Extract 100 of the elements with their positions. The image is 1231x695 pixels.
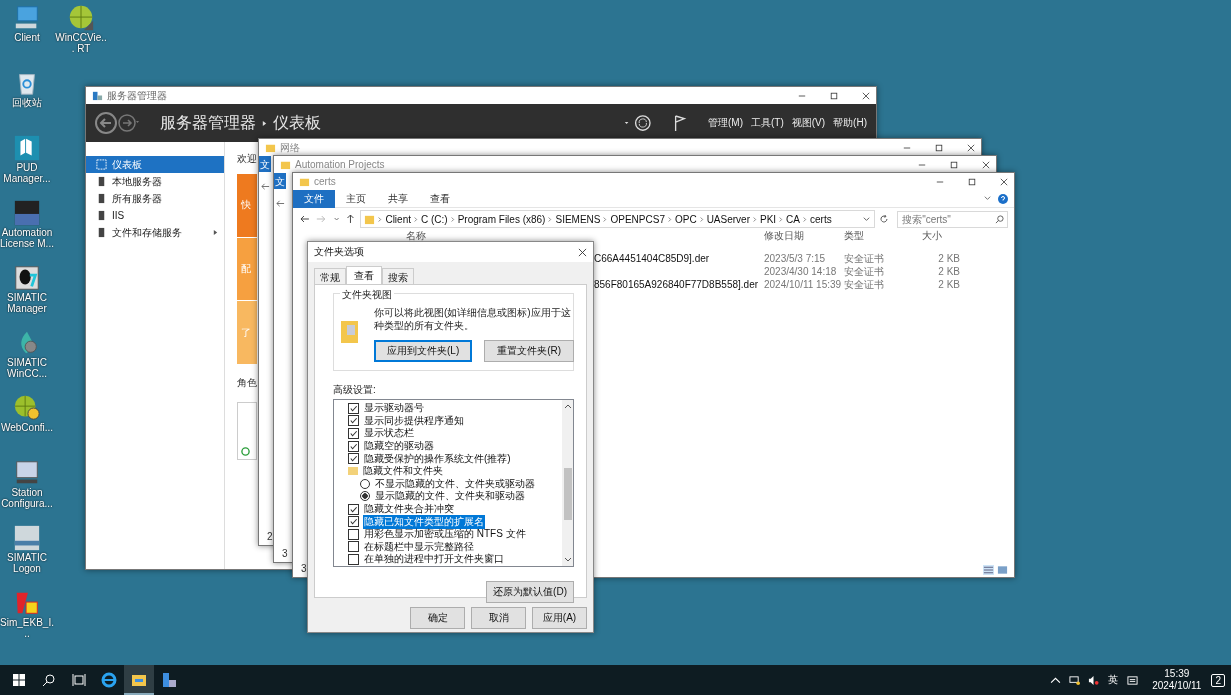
file-tab[interactable]: 文: [259, 156, 271, 172]
clock[interactable]: 15:39 2024/10/11: [1152, 668, 1202, 692]
help-icon[interactable]: [998, 193, 1008, 204]
setting-label[interactable]: 显示驱动器号: [363, 401, 425, 416]
desktop-icon-label[interactable]: Station Configura...: [0, 487, 54, 509]
sidebar-item[interactable]: 仪表板: [86, 156, 224, 173]
path-segment[interactable]: OPC: [674, 213, 697, 225]
path-segment[interactable]: UAServer: [706, 213, 750, 225]
desktop-icon-label[interactable]: SIMATIC WinCC...: [0, 357, 54, 379]
path-segment[interactable]: SIEMENS: [555, 213, 601, 225]
checkbox[interactable]: [348, 415, 359, 427]
desktop-icon-label[interactable]: Automation License M...: [0, 227, 54, 249]
dialog-tab[interactable]: 查看: [346, 266, 382, 284]
back-arrow-icon[interactable]: [261, 182, 270, 191]
menu-item[interactable]: 视图(V): [791, 116, 826, 130]
folder-icon[interactable]: [131, 672, 147, 688]
checkbox[interactable]: [348, 528, 359, 540]
desktop-icon-label[interactable]: WinCCVie... RT: [54, 32, 108, 54]
close-icon[interactable]: [862, 91, 870, 100]
desktop-icon-label[interactable]: WebConfi...: [0, 422, 54, 433]
menu-item[interactable]: 工具(T): [751, 116, 784, 130]
network-icon[interactable]: [1069, 674, 1081, 686]
checkbox[interactable]: [348, 428, 359, 439]
path-segment[interactable]: CA: [786, 213, 800, 225]
globe-icon[interactable]: [13, 394, 41, 422]
path-segment[interactable]: certs: [810, 213, 832, 225]
checkbox[interactable]: [348, 553, 359, 565]
radio-button[interactable]: [360, 491, 370, 502]
setting-label[interactable]: 隐藏受保护的操作系统文件(推荐): [363, 451, 512, 466]
close-icon[interactable]: [578, 247, 587, 257]
setting-label[interactable]: 显示隐藏的文件、文件夹和驱动器: [374, 489, 526, 504]
desktop-icon-label[interactable]: SIMATIC Logon: [0, 552, 54, 574]
desktop-icon-label[interactable]: Client: [0, 32, 54, 43]
browser-icon[interactable]: [101, 672, 117, 688]
caret-icon[interactable]: [983, 194, 992, 203]
dialog-button[interactable]: 确定: [410, 607, 465, 629]
column-header[interactable]: 类型: [844, 230, 914, 241]
checkbox[interactable]: [348, 440, 359, 452]
desktop-icon-label[interactable]: PUD Manager...: [0, 162, 54, 184]
scrollbar[interactable]: [562, 400, 573, 566]
app-shortcut-icon[interactable]: [13, 264, 41, 292]
expand-arrow-icon[interactable]: [213, 229, 218, 236]
input-language[interactable]: 英: [1108, 673, 1119, 687]
column-header[interactable]: 大小: [914, 230, 968, 241]
caret-up-icon[interactable]: [1050, 674, 1062, 686]
menu-item[interactable]: 管理(M): [708, 116, 743, 130]
dropdown-caret-icon[interactable]: [862, 214, 872, 224]
desktop-icon-label[interactable]: Sim_EKB_I...: [0, 617, 54, 639]
dialog-tab[interactable]: 常规: [314, 268, 346, 284]
sidebar-item[interactable]: 文件和存储服务: [86, 224, 224, 241]
notification-button[interactable]: 2: [1211, 673, 1225, 687]
sidebar-item[interactable]: 本地服务器: [86, 173, 224, 190]
checkbox[interactable]: [348, 541, 359, 553]
scroll-down-icon[interactable]: [563, 556, 572, 563]
folder-view-button[interactable]: 应用到文件夹(L): [374, 340, 473, 362]
file-name[interactable]: 856F80165A926840F77D8B558].der: [594, 279, 759, 290]
setting-label[interactable]: 显示状态栏: [363, 426, 415, 441]
globe-icon[interactable]: [67, 4, 95, 32]
flag-icon[interactable]: [673, 114, 687, 132]
sidebar-item[interactable]: 所有服务器: [86, 190, 224, 207]
dialog-button[interactable]: 应用(A): [532, 607, 587, 629]
path-segment[interactable]: PKI: [760, 213, 777, 225]
close-icon[interactable]: [1000, 177, 1008, 186]
scroll-up-icon[interactable]: [563, 403, 572, 409]
path-segment[interactable]: OPENPCS7: [610, 213, 665, 225]
speaker-icon[interactable]: [1088, 674, 1100, 686]
maximize-icon[interactable]: [968, 177, 976, 186]
checkbox[interactable]: [348, 402, 359, 414]
close-icon[interactable]: [967, 143, 975, 152]
setting-label[interactable]: 用彩色显示加密或压缩的 NTFS 文件: [363, 527, 527, 542]
path-segment[interactable]: Client: [385, 213, 411, 225]
file-name[interactable]: C66A4451404C85D9].der: [594, 253, 710, 264]
column-header[interactable]: 修改日期: [764, 230, 844, 241]
path-segment[interactable]: C (C:): [421, 213, 448, 225]
sidebar-item[interactable]: IIS: [86, 207, 224, 224]
setting-label[interactable]: 在单独的进程中打开文件夹窗口: [363, 552, 505, 566]
dialog-tab[interactable]: 搜索: [382, 268, 414, 284]
setting-label[interactable]: 不显示隐藏的文件、文件夹或驱动器: [374, 476, 536, 491]
column-header[interactable]: 名称: [293, 230, 764, 241]
file-tab[interactable]: 文: [274, 173, 286, 189]
desktop-icon-label[interactable]: SIMATIC Manager: [0, 292, 54, 314]
radio-button[interactable]: [360, 478, 370, 489]
path-segment[interactable]: Program Files (x86): [457, 213, 546, 225]
close-icon[interactable]: [982, 160, 990, 169]
ribbon-tab[interactable]: 主页: [335, 189, 377, 208]
taskbar-button[interactable]: [124, 665, 154, 695]
back-arrow-icon[interactable]: [276, 199, 285, 208]
folder-view-button[interactable]: 重置文件夹(R): [484, 340, 575, 362]
maximize-icon[interactable]: [830, 91, 838, 100]
navigation-arrows-icon[interactable]: [299, 213, 357, 225]
checkbox[interactable]: [348, 503, 359, 515]
details-view-icon[interactable]: [983, 565, 994, 575]
setting-label[interactable]: 显示同步提供程序通知: [363, 413, 465, 428]
setting-label[interactable]: 隐藏已知文件类型的扩展名: [363, 514, 485, 529]
role-tile[interactable]: [237, 402, 257, 460]
refresh-icon[interactable]: [879, 214, 890, 224]
desktop-icon-label[interactable]: 回收站: [0, 97, 54, 108]
ribbon-tab[interactable]: 共享: [377, 189, 419, 208]
checkbox[interactable]: [348, 453, 359, 465]
setting-label[interactable]: 在标题栏中显示完整路径: [363, 539, 475, 554]
